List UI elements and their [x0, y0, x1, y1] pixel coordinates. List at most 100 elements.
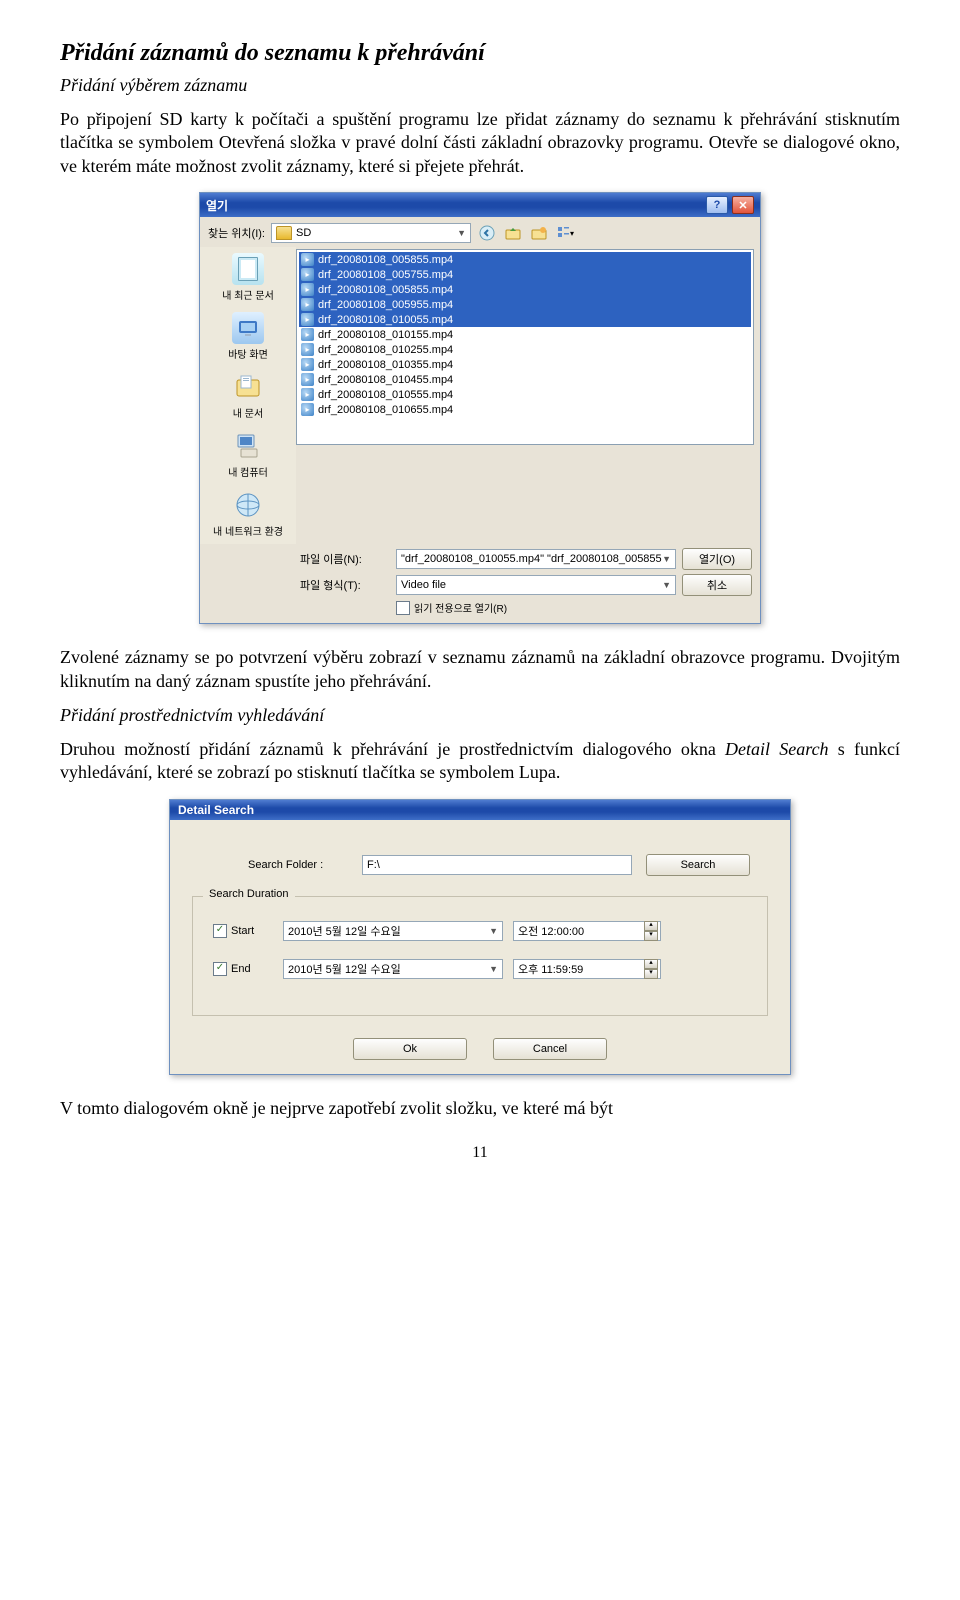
- sidebar-mydocs[interactable]: 내 문서: [202, 371, 294, 420]
- cancel-button[interactable]: Cancel: [493, 1038, 607, 1060]
- start-time-picker[interactable]: 오전 12:00:00 ▴▾: [513, 921, 661, 941]
- dialog-title: 열기: [206, 197, 228, 214]
- sidebar-desktop[interactable]: 바탕 화면: [202, 312, 294, 361]
- time-spinner[interactable]: ▴▾: [644, 921, 658, 941]
- media-file-icon: ▸: [301, 253, 314, 266]
- file-row[interactable]: ▸drf_20080108_005755.mp4: [299, 267, 751, 282]
- filename-label: 파일 이름(N):: [300, 551, 390, 567]
- media-file-icon: ▸: [301, 358, 314, 371]
- media-file-icon: ▸: [301, 313, 314, 326]
- recent-docs-icon: [232, 253, 264, 285]
- sidebar-network[interactable]: 내 네트워크 환경: [202, 489, 294, 538]
- my-docs-icon: [232, 371, 264, 403]
- open-file-dialog: 열기 ? ✕ 찾는 위치(I): SD ▼ ▾ 내 최근 문: [199, 192, 761, 624]
- chevron-down-icon: ▼: [489, 964, 498, 974]
- filetype-value: Video file: [401, 579, 446, 591]
- file-row[interactable]: ▸ drf_20080108_005855.mp4: [299, 252, 751, 267]
- file-name: drf_20080108_010355.mp4: [318, 359, 453, 371]
- subheading-2: Přidání prostřednictvím vyhledávání: [60, 705, 900, 726]
- file-name: drf_20080108_005955.mp4: [318, 299, 453, 311]
- paragraph-1: Po připojení SD karty k počítači a spušt…: [60, 108, 900, 178]
- sidebar-mycomputer[interactable]: 내 컴퓨터: [202, 430, 294, 479]
- lookin-combo[interactable]: SD ▼: [271, 223, 471, 243]
- search-folder-label: Search Folder :: [248, 859, 348, 871]
- sidebar-item-label: 바탕 화면: [202, 346, 294, 361]
- sidebar-item-label: 내 최근 문서: [202, 287, 294, 302]
- dialog-title: Detail Search: [170, 800, 790, 820]
- file-name: drf_20080108_010455.mp4: [318, 374, 453, 386]
- file-name: drf_20080108_010255.mp4: [318, 344, 453, 356]
- my-computer-icon: [232, 430, 264, 462]
- open-button[interactable]: 열기(O): [682, 548, 752, 570]
- media-file-icon: ▸: [301, 343, 314, 356]
- back-icon[interactable]: [477, 223, 497, 243]
- paragraph-4: V tomto dialogovém okně je nejprve zapot…: [60, 1097, 900, 1120]
- start-date-picker[interactable]: 2010년 5월 12일 수요일 ▼: [283, 921, 503, 941]
- filetype-select[interactable]: Video file ▼: [396, 575, 676, 595]
- help-button[interactable]: ?: [706, 196, 728, 214]
- end-date-picker[interactable]: 2010년 5월 12일 수요일 ▼: [283, 959, 503, 979]
- filename-input[interactable]: "drf_20080108_010055.mp4" "drf_20080108_…: [396, 549, 676, 569]
- lookin-value: SD: [296, 227, 457, 239]
- file-name: drf_20080108_010155.mp4: [318, 329, 453, 341]
- search-folder-value: F:\: [367, 859, 380, 871]
- readonly-label: 읽기 전용으로 열기(R): [414, 600, 507, 615]
- start-time-value: 오전 12:00:00: [518, 923, 640, 939]
- media-file-icon: ▸: [301, 388, 314, 401]
- file-name: drf_20080108_005855.mp4: [318, 284, 453, 296]
- sidebar-recent[interactable]: 내 최근 문서: [202, 253, 294, 302]
- file-row[interactable]: ▸ drf_20080108_010055.mp4: [299, 312, 751, 327]
- file-row[interactable]: ▸drf_20080108_010455.mp4: [299, 372, 751, 387]
- search-duration-group: Search Duration Start 2010년 5월 12일 수요일 ▼…: [192, 896, 768, 1016]
- page-number: 11: [60, 1144, 900, 1162]
- up-level-icon[interactable]: [503, 223, 523, 243]
- chevron-down-icon: ▾: [570, 229, 574, 238]
- section-title: Přidání záznamů do seznamu k přehrávání: [60, 40, 900, 67]
- chevron-down-icon: ▼: [662, 580, 671, 590]
- file-name: drf_20080108_010055.mp4: [318, 314, 453, 326]
- sidebar-item-label: 내 컴퓨터: [202, 464, 294, 479]
- file-row[interactable]: ▸ drf_20080108_005955.mp4: [299, 297, 751, 312]
- start-date-value: 2010년 5월 12일 수요일: [288, 923, 401, 939]
- filetype-label: 파일 형식(T):: [300, 577, 390, 593]
- ok-button[interactable]: Ok: [353, 1038, 467, 1060]
- dialog-titlebar: 열기 ? ✕: [200, 193, 760, 217]
- end-date-value: 2010년 5월 12일 수요일: [288, 961, 401, 977]
- close-button[interactable]: ✕: [732, 196, 754, 214]
- network-icon: [232, 489, 264, 521]
- cancel-button[interactable]: 취소: [682, 574, 752, 596]
- file-name: drf_20080108_005855.mp4: [318, 254, 453, 266]
- media-file-icon: ▸: [301, 283, 314, 296]
- file-row[interactable]: ▸ drf_20080108_010155.mp4: [299, 327, 751, 342]
- start-checkbox[interactable]: [213, 924, 227, 938]
- desktop-icon: [232, 312, 264, 344]
- search-folder-input[interactable]: F:\: [362, 855, 632, 875]
- chevron-down-icon: ▼: [457, 228, 466, 238]
- sidebar-item-label: 내 네트워크 환경: [202, 523, 294, 538]
- end-time-picker[interactable]: 오후 11:59:59 ▴▾: [513, 959, 661, 979]
- media-file-icon: ▸: [301, 328, 314, 341]
- file-name: drf_20080108_005755.mp4: [318, 269, 453, 281]
- end-checkbox[interactable]: [213, 962, 227, 976]
- subheading-1: Přidání výběrem záznamu: [60, 75, 900, 96]
- file-row[interactable]: ▸ drf_20080108_010255.mp4: [299, 342, 751, 357]
- search-button[interactable]: Search: [646, 854, 750, 876]
- end-time-value: 오후 11:59:59: [518, 961, 640, 977]
- new-folder-icon[interactable]: [529, 223, 549, 243]
- end-label: End: [231, 963, 251, 975]
- file-row[interactable]: ▸ drf_20080108_005855.mp4: [299, 282, 751, 297]
- fieldset-legend: Search Duration: [203, 888, 295, 900]
- media-file-icon: ▸: [301, 298, 314, 311]
- view-menu-icon[interactable]: ▾: [555, 223, 575, 243]
- file-row[interactable]: ▸ drf_20080108_010655.mp4: [299, 402, 751, 417]
- paragraph-3: Druhou možností přidání záznamů k přehrá…: [60, 738, 900, 785]
- file-name: drf_20080108_010655.mp4: [318, 404, 453, 416]
- file-row[interactable]: ▸ drf_20080108_010355.mp4: [299, 357, 751, 372]
- start-label: Start: [231, 925, 254, 937]
- chevron-down-icon: ▼: [489, 926, 498, 936]
- time-spinner[interactable]: ▴▾: [644, 959, 658, 979]
- file-list[interactable]: ▸drf_20080108_005855.mp4▸drf_20080108_00…: [296, 249, 754, 445]
- media-file-icon: ▸: [301, 403, 314, 416]
- file-row[interactable]: ▸drf_20080108_010555.mp4: [299, 387, 751, 402]
- readonly-checkbox[interactable]: [396, 601, 410, 615]
